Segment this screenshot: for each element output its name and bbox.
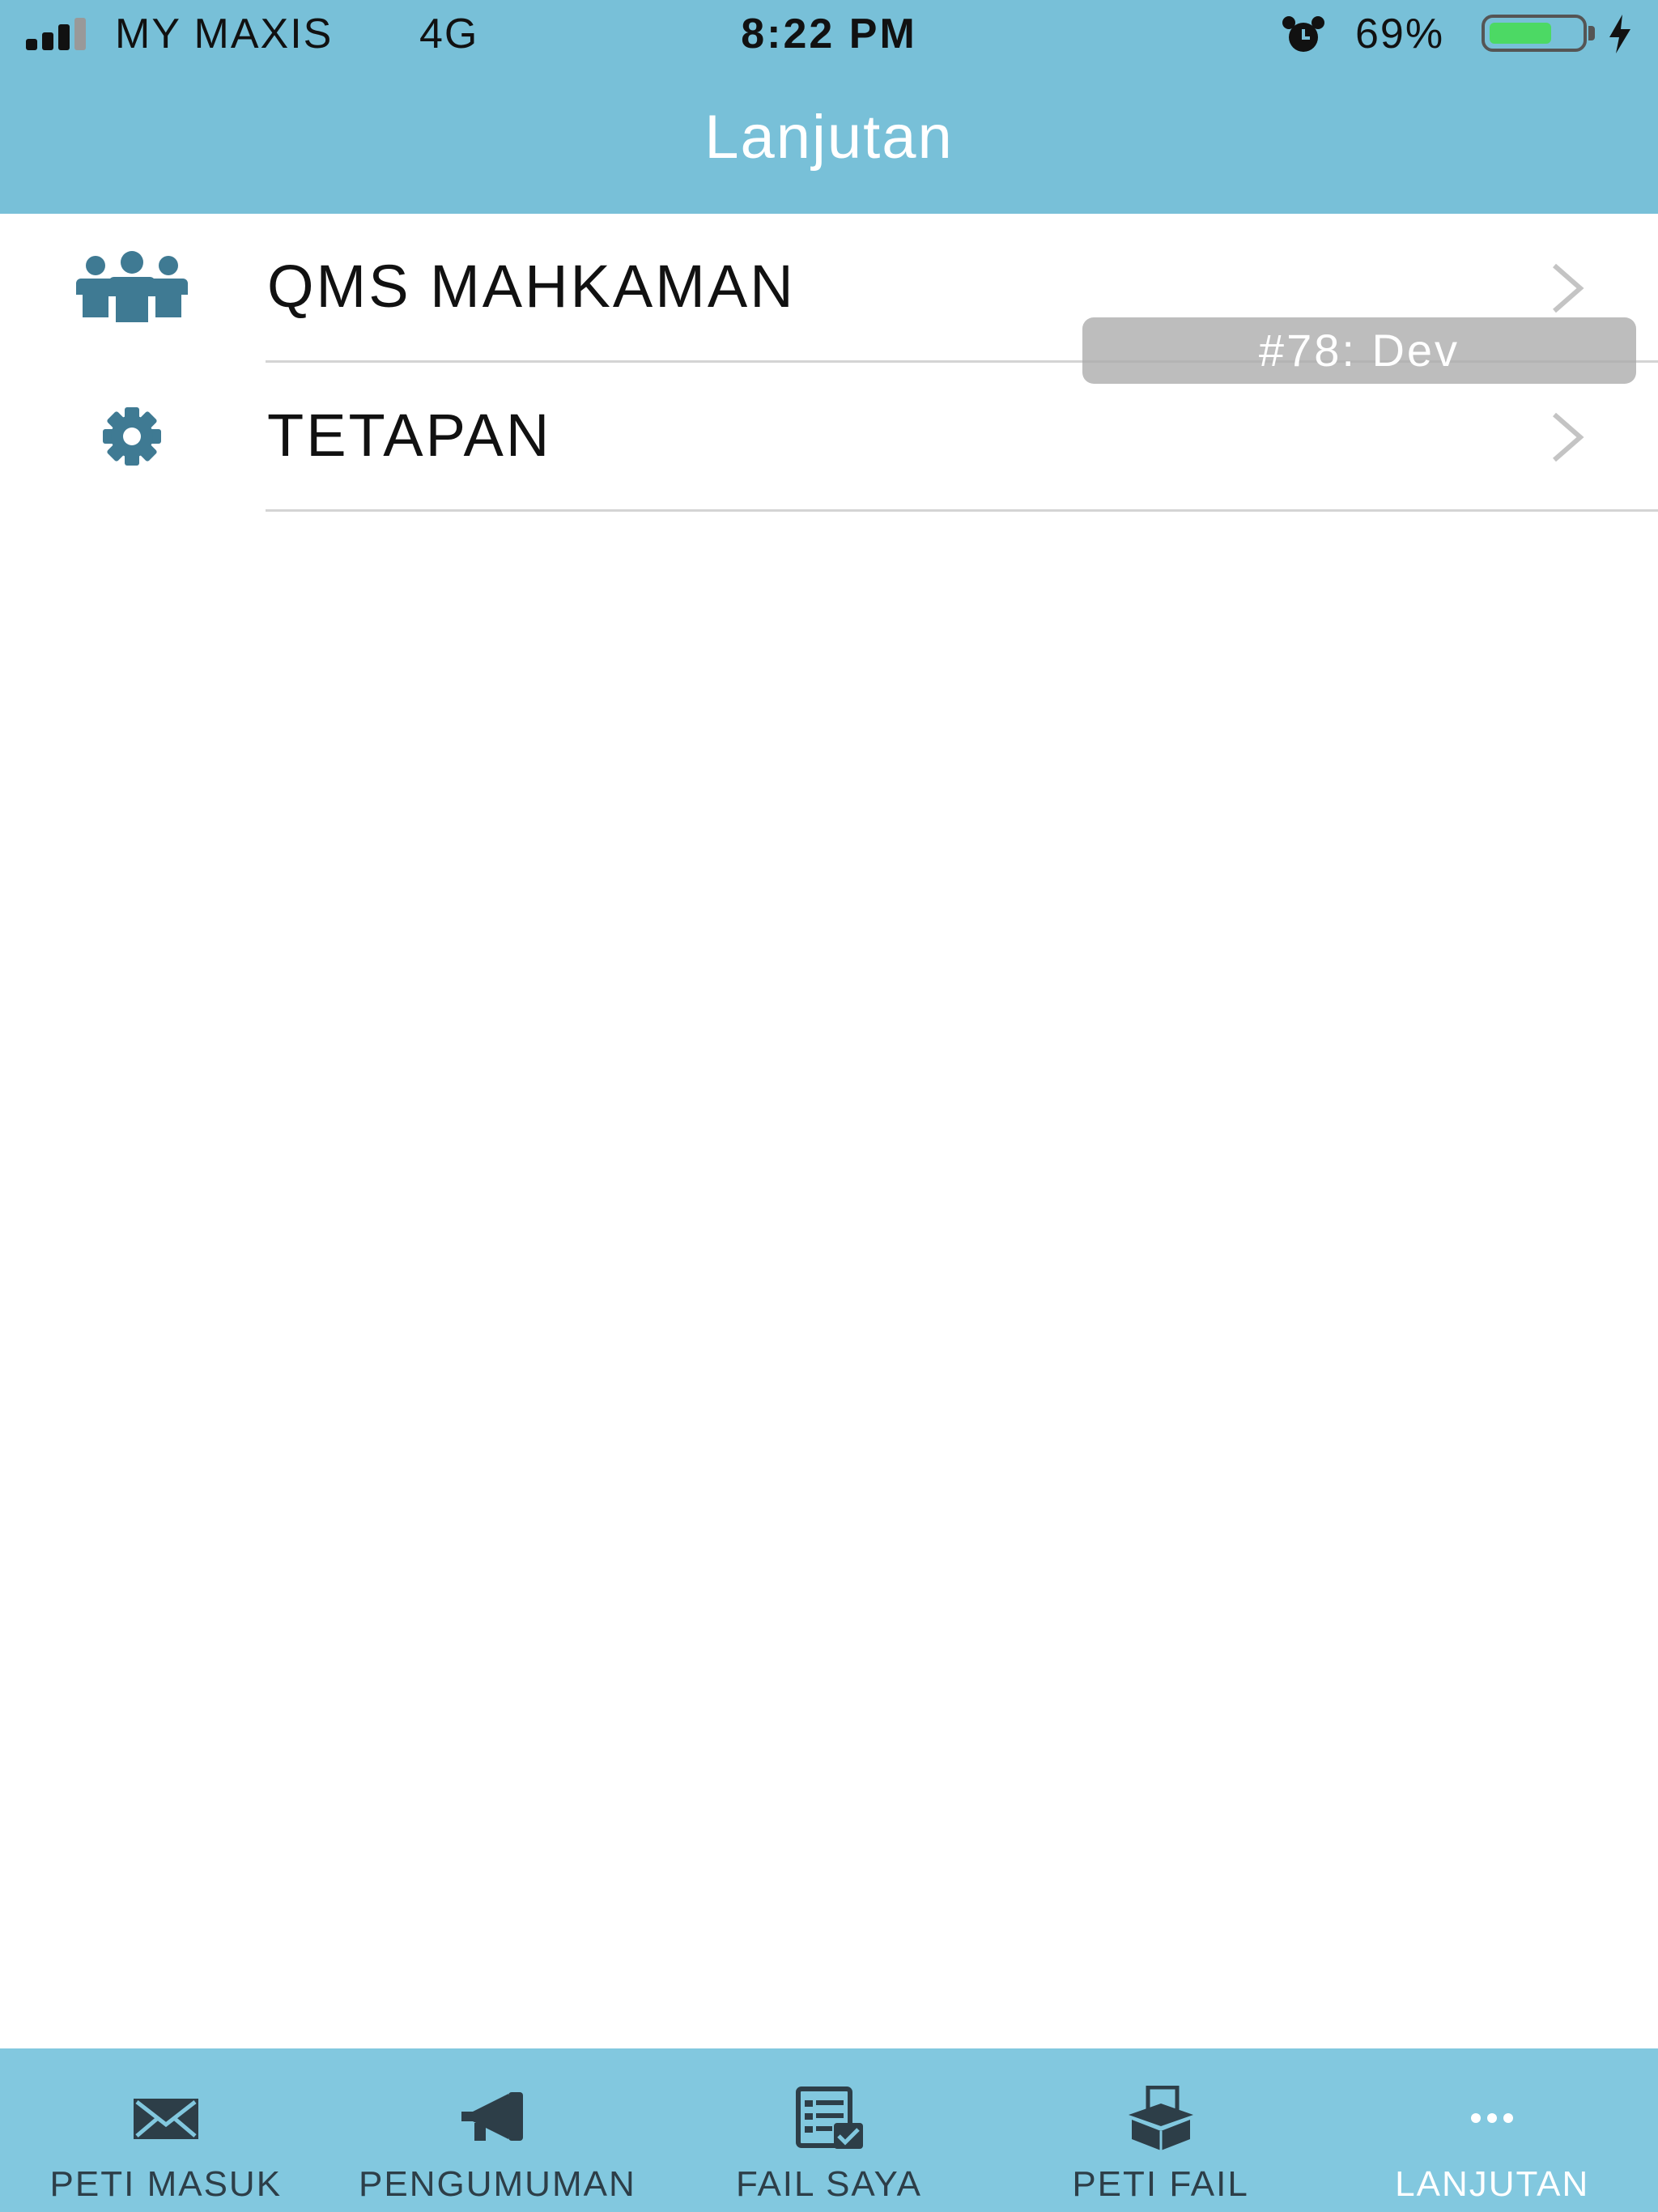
file-box-icon [1128, 2086, 1193, 2150]
megaphone-icon [461, 2092, 524, 2141]
tab-peti-masuk[interactable]: PETI MASUK [0, 2048, 332, 2212]
gear-icon [103, 407, 161, 466]
checklist-icon [795, 2087, 863, 2149]
status-bar: MY MAXIS 4G 8:22 PM 69% [0, 0, 1658, 68]
chevron-right-icon [1553, 412, 1584, 462]
chevron-right-icon [1553, 263, 1584, 313]
tab-label: FAIL SAYA [736, 2164, 922, 2204]
alarm-icon [1282, 16, 1324, 52]
tab-fail-saya[interactable]: FAIL SAYA [663, 2048, 995, 2212]
tab-label: PENGUMUMAN [359, 2164, 636, 2204]
battery-icon [1482, 15, 1587, 52]
charging-bolt-icon [1609, 15, 1630, 53]
envelope-icon [133, 2099, 198, 2139]
row-divider [266, 509, 1658, 512]
tab-label: PETI FAIL [1072, 2164, 1249, 2204]
tab-pengumuman[interactable]: PENGUMUMAN [332, 2048, 664, 2212]
people-group-icon [76, 251, 188, 322]
tab-lanjutan[interactable]: LANJUTAN [1326, 2048, 1658, 2212]
tab-label: PETI MASUK [49, 2164, 283, 2204]
battery-tip [1588, 26, 1595, 40]
dev-build-badge: #78: Dev [1082, 317, 1636, 384]
tab-label: LANJUTAN [1395, 2164, 1590, 2204]
navigation-bar: Lanjutan [0, 68, 1658, 214]
battery-fill [1490, 23, 1551, 44]
menu-item-tetapan[interactable]: TETAPAN [0, 363, 1658, 512]
battery-percent: 69% [1355, 11, 1445, 57]
menu-item-label: QMS MAHKAMAN [267, 253, 796, 320]
page-title: Lanjutan [704, 103, 954, 172]
more-dots-icon [1471, 2113, 1514, 2123]
tab-bar: PETI MASUK PENGUMUMAN FAIL SAYA PETI FAI… [0, 2048, 1658, 2212]
menu-item-label: TETAPAN [267, 402, 552, 469]
tab-peti-fail[interactable]: PETI FAIL [995, 2048, 1327, 2212]
